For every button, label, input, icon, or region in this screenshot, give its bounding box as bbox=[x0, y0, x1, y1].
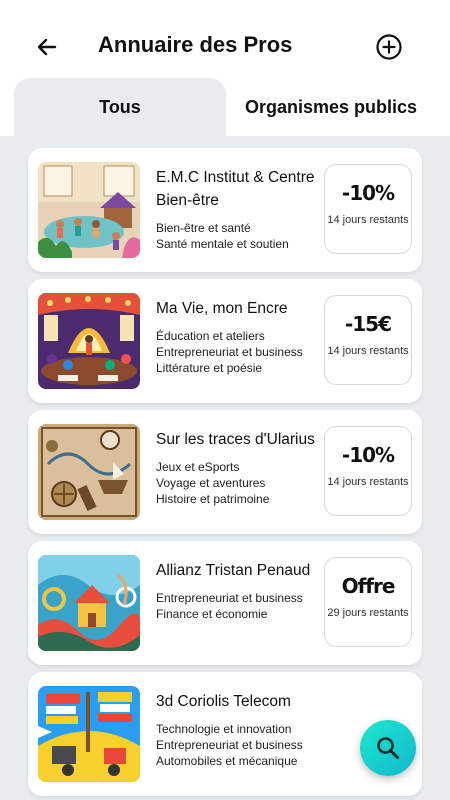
pro-category: Éducation et ateliers bbox=[156, 329, 265, 343]
offer-value: Offre bbox=[341, 574, 396, 598]
offer-remaining-days: 14 jours restants bbox=[327, 214, 409, 226]
pro-category: Bien-être et santé bbox=[156, 221, 251, 235]
arrow-left-icon bbox=[37, 38, 57, 56]
add-button[interactable] bbox=[374, 32, 404, 62]
pro-name: E.M.C Institut & Centre Bien-être bbox=[156, 169, 315, 209]
plus-circle-icon bbox=[376, 34, 402, 60]
offer-value: -10% bbox=[341, 181, 395, 205]
pro-category: Santé mentale et soutien bbox=[156, 237, 289, 251]
pro-category: Entrepreneuriat et business bbox=[156, 345, 303, 359]
pro-thumbnail-image bbox=[38, 424, 140, 520]
pro-thumbnail-image bbox=[38, 293, 140, 389]
pro-name: Ma Vie, mon Encre bbox=[156, 300, 288, 317]
pro-category: Histoire et patrimoine bbox=[156, 492, 270, 506]
pro-category: Technologie et innovation bbox=[156, 722, 292, 736]
pros-list[interactable]: E.M.C Institut & Centre Bien-être Bien-ê… bbox=[0, 136, 450, 800]
search-icon bbox=[377, 737, 399, 759]
pro-card[interactable]: Sur les traces d'Ularius Jeux et eSports… bbox=[28, 410, 422, 534]
page-title: Annuaire des Pros bbox=[98, 32, 293, 57]
pro-category: Littérature et poésie bbox=[156, 361, 263, 375]
offer-badge[interactable]: -15€ 14 jours restants bbox=[324, 295, 412, 385]
offer-badge[interactable]: -10% 14 jours restants bbox=[324, 426, 412, 516]
search-fab-button[interactable] bbox=[360, 720, 416, 776]
filter-tabs: Tous Organismes publics bbox=[0, 78, 450, 138]
pro-name: Sur les traces d'Ularius bbox=[156, 431, 315, 448]
offer-value: -15€ bbox=[344, 312, 392, 336]
pro-category: Finance et économie bbox=[156, 607, 268, 621]
pro-category: Automobiles et mécanique bbox=[156, 754, 298, 768]
offer-remaining-days: 29 jours restants bbox=[327, 607, 409, 619]
tab-all[interactable]: Tous bbox=[14, 78, 226, 136]
pro-name: Allianz Tristan Penaud bbox=[156, 562, 311, 579]
pro-category: Entrepreneuriat et business bbox=[156, 591, 303, 605]
offer-remaining-days: 14 jours restants bbox=[327, 476, 409, 488]
pro-category: Entrepreneuriat et business bbox=[156, 738, 303, 752]
pro-category: Jeux et eSports bbox=[156, 460, 240, 474]
pro-card[interactable]: Ma Vie, mon Encre Éducation et ateliers … bbox=[28, 279, 422, 403]
offer-badge[interactable]: -10% 14 jours restants bbox=[324, 164, 412, 254]
pro-name: 3d Coriolis Telecom bbox=[156, 693, 291, 710]
offer-value: -10% bbox=[341, 443, 395, 467]
offer-badge[interactable]: Offre 29 jours restants bbox=[324, 557, 412, 647]
pro-thumbnail-image bbox=[38, 162, 140, 258]
pro-card[interactable]: Allianz Tristan Penaud Entrepreneuriat e… bbox=[28, 541, 422, 665]
pro-card[interactable]: E.M.C Institut & Centre Bien-être Bien-ê… bbox=[28, 148, 422, 272]
back-button[interactable] bbox=[30, 30, 64, 64]
pro-thumbnail-image bbox=[38, 555, 140, 651]
offer-remaining-days: 14 jours restants bbox=[327, 345, 409, 357]
tab-public-organisations[interactable]: Organismes publics bbox=[226, 78, 436, 136]
pro-thumbnail-image bbox=[38, 686, 140, 782]
pro-category: Voyage et aventures bbox=[156, 476, 266, 490]
